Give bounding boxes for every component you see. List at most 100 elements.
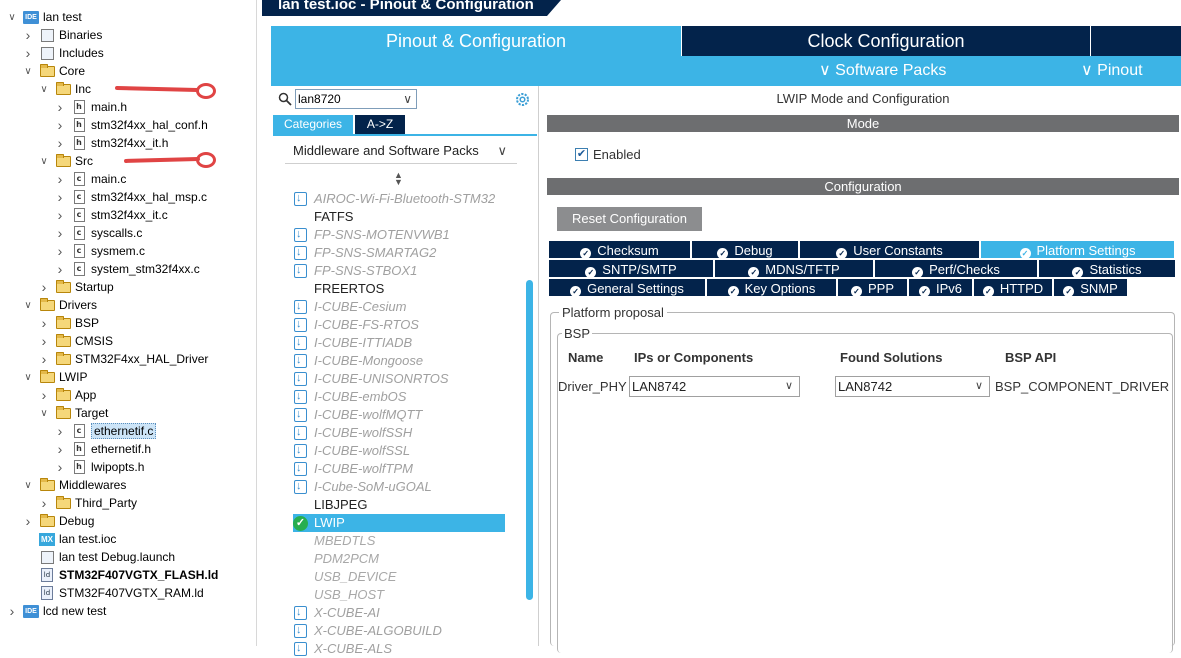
pack-item[interactable]: AIROC-Wi-Fi-Bluetooth-STM32	[293, 189, 495, 208]
tree-item[interactable]: › Includes	[23, 44, 104, 62]
config-tab[interactable]: ✓ SNTP/SMTP	[548, 259, 714, 278]
pack-item[interactable]: I-CUBE-FS-RTOS	[293, 315, 419, 334]
config-tab[interactable]: ✓ HTTPD	[973, 278, 1053, 297]
pack-item[interactable]: FATFS	[293, 208, 353, 226]
tree-item[interactable]: ∨ Middlewares	[23, 476, 126, 494]
tree-item[interactable]: › h main.h	[55, 98, 127, 116]
expand-right-icon[interactable]: ›	[55, 171, 65, 187]
tree-item[interactable]: ld STM32F407VGTX_FLASH.ld	[23, 566, 218, 584]
expand-down-icon[interactable]: ∨	[39, 84, 49, 95]
tree-item[interactable]: › h ethernetif.h	[55, 440, 151, 458]
expand-right-icon[interactable]: ›	[23, 27, 33, 43]
tree-item[interactable]: › c syscalls.c	[55, 224, 143, 242]
tree-item[interactable]: ∨ IDE lan test	[7, 8, 81, 26]
found-solutions-select[interactable]: LAN8742 ∨	[835, 376, 990, 397]
scrollbar-thumb[interactable]	[526, 280, 533, 600]
tree-item[interactable]: ld STM32F407VGTX_RAM.ld	[23, 584, 204, 602]
gear-icon[interactable]	[514, 91, 531, 108]
tree-item[interactable]: › c stm32f4xx_it.c	[55, 206, 168, 224]
expand-right-icon[interactable]: ›	[39, 387, 49, 403]
config-tab[interactable]: ✓ Checksum	[548, 240, 691, 259]
tree-item[interactable]: › h stm32f4xx_hal_conf.h	[55, 116, 208, 134]
editor-title[interactable]: lan test.ioc - Pinout & Configuration	[262, 0, 547, 16]
expand-down-icon[interactable]: ∨	[39, 408, 49, 419]
tree-item[interactable]: › CMSIS	[39, 332, 113, 350]
config-tab[interactable]: ✓ IPv6	[908, 278, 973, 297]
expand-down-icon[interactable]: ∨	[23, 372, 33, 383]
tree-item[interactable]: › Debug	[23, 512, 95, 530]
expand-right-icon[interactable]: ›	[23, 513, 33, 529]
tree-item[interactable]: › h lwipopts.h	[55, 458, 145, 476]
config-tab[interactable]: ✓ Debug	[691, 240, 799, 259]
config-tab[interactable]: ✓ Perf/Checks	[874, 259, 1038, 278]
tree-item[interactable]: › App	[39, 386, 97, 404]
expand-right-icon[interactable]: ›	[39, 279, 49, 295]
tree-item[interactable]: › c system_stm32f4xx.c	[55, 260, 200, 278]
expand-right-icon[interactable]: ›	[39, 315, 49, 331]
sort-arrows-icon[interactable]: ▲ ▼	[394, 171, 403, 187]
pack-item[interactable]: FP-SNS-SMARTAG2	[293, 243, 436, 262]
expand-down-icon[interactable]: ∨	[7, 12, 17, 23]
enabled-checkbox-row[interactable]: ✔ Enabled	[575, 146, 641, 162]
pack-item[interactable]: USB_DEVICE	[293, 568, 396, 586]
tree-item[interactable]: lan test Debug.launch	[23, 548, 175, 566]
tree-item[interactable]: ∨ Drivers	[23, 296, 97, 314]
middleware-group-header[interactable]: Middleware and Software Packs ∨	[285, 142, 517, 164]
tree-item[interactable]: › c sysmem.c	[55, 242, 145, 260]
tree-item[interactable]: › c main.c	[55, 170, 127, 188]
tab-a-to-z[interactable]: A->Z	[355, 115, 405, 134]
pack-item[interactable]: X-CUBE-ALGOBUILD	[293, 621, 442, 640]
expand-right-icon[interactable]: ›	[55, 243, 65, 259]
expand-right-icon[interactable]: ›	[55, 117, 65, 133]
tree-item[interactable]: MX lan test.ioc	[23, 530, 116, 548]
tree-item[interactable]: › Binaries	[23, 26, 103, 44]
config-tab[interactable]: ✓ SNMP	[1053, 278, 1128, 297]
pack-item[interactable]: FREERTOS	[293, 280, 384, 298]
config-tab[interactable]: ✓ MDNS/TFTP	[714, 259, 874, 278]
tree-item[interactable]: ∨ Target	[39, 404, 108, 422]
expand-right-icon[interactable]: ›	[55, 441, 65, 457]
pack-item[interactable]: ✓ LWIP	[293, 514, 505, 532]
pinout-menu[interactable]: ∨ Pinout	[1081, 56, 1143, 86]
tab-pinout-configuration[interactable]: Pinout & Configuration	[271, 26, 681, 56]
tab-extra[interactable]	[1091, 26, 1181, 56]
expand-right-icon[interactable]: ›	[23, 45, 33, 61]
expand-right-icon[interactable]: ›	[7, 603, 17, 619]
pack-item[interactable]: X-CUBE-ALS	[293, 639, 392, 658]
pack-item[interactable]: I-CUBE-wolfMQTT	[293, 405, 422, 424]
pack-item[interactable]: LIBJPEG	[293, 496, 367, 514]
expand-right-icon[interactable]: ›	[39, 495, 49, 511]
config-tab[interactable]: ✓ Statistics	[1038, 259, 1176, 278]
chevron-down-icon[interactable]: ∨	[403, 90, 412, 108]
pack-item[interactable]: I-CUBE-Cesium	[293, 297, 406, 316]
tree-item[interactable]: ∨ Src	[39, 152, 93, 170]
tree-item[interactable]: ∨ Core	[23, 62, 85, 80]
tree-item[interactable]: ∨ LWIP	[23, 368, 87, 386]
tab-clock-configuration[interactable]: Clock Configuration	[682, 26, 1090, 56]
tree-item[interactable]: › c ethernetif.c	[55, 422, 157, 440]
reset-configuration-button[interactable]: Reset Configuration	[557, 207, 702, 231]
expand-right-icon[interactable]: ›	[55, 189, 65, 205]
pack-item[interactable]: FP-SNS-MOTENVWB1	[293, 225, 450, 244]
ips-components-select[interactable]: LAN8742 ∨	[629, 376, 800, 397]
tab-categories[interactable]: Categories	[273, 115, 353, 134]
expand-right-icon[interactable]: ›	[55, 459, 65, 475]
tree-item[interactable]: › Third_Party	[39, 494, 137, 512]
pack-item[interactable]: I-CUBE-wolfTPM	[293, 459, 413, 478]
expand-down-icon[interactable]: ∨	[23, 300, 33, 311]
pack-item[interactable]: I-CUBE-UNISONRTOS	[293, 369, 449, 388]
search-input[interactable]: lan8720 ∨	[295, 89, 417, 109]
pack-item[interactable]: I-CUBE-Mongoose	[293, 351, 423, 370]
pack-item[interactable]: I-Cube-SoM-uGOAL	[293, 477, 432, 496]
tree-item[interactable]: › Startup	[39, 278, 114, 296]
tree-item[interactable]: › IDE lcd new test	[7, 602, 107, 620]
expand-right-icon[interactable]: ›	[55, 261, 65, 277]
expand-right-icon[interactable]: ›	[39, 351, 49, 367]
pack-item[interactable]: MBEDTLS	[293, 532, 375, 550]
expand-right-icon[interactable]: ›	[55, 225, 65, 241]
tree-item[interactable]: › h stm32f4xx_it.h	[55, 134, 169, 152]
pack-item[interactable]: PDM2PCM	[293, 550, 379, 568]
expand-right-icon[interactable]: ›	[55, 135, 65, 151]
expand-down-icon[interactable]: ∨	[23, 66, 33, 77]
pack-item[interactable]: I-CUBE-wolfSSH	[293, 423, 412, 442]
